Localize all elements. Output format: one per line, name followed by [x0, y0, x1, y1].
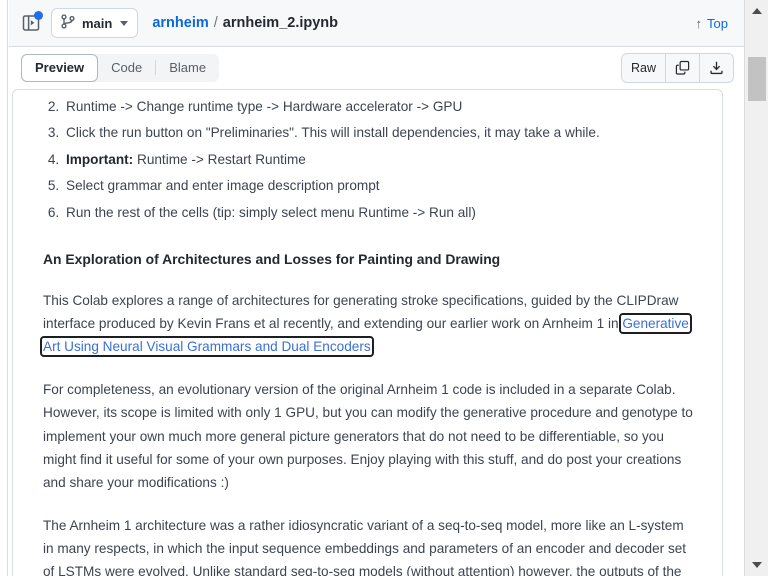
copy-icon[interactable] [666, 53, 700, 82]
notebook-status-badge [34, 11, 43, 20]
download-icon[interactable] [700, 53, 733, 82]
file-actions-group: Raw [620, 52, 734, 83]
triangle-down-icon [751, 562, 762, 568]
tab-blame[interactable]: Blame [156, 54, 219, 82]
scroll-to-top-label: Top [707, 15, 728, 31]
breadcrumb-separator: / [213, 15, 218, 31]
list-item: Select grammar and enter image descripti… [63, 174, 696, 197]
branch-selector-button[interactable]: main [51, 8, 139, 38]
breadcrumb: arnheim / arnheim_2.ipynb [152, 15, 338, 31]
scroll-down-arrow[interactable] [745, 556, 768, 574]
paragraph-completeness: For completeness, an evolutionary versio… [43, 381, 693, 491]
vertical-scrollbar[interactable] [744, 0, 768, 576]
tab-preview[interactable]: Preview [21, 53, 99, 82]
paragraph-intro: This Colab explores a range of architect… [40, 289, 696, 359]
left-gutter [0, 0, 8, 576]
list-item: Important: Runtime -> Restart Runtime [63, 148, 696, 171]
notebook-markdown-body: Runtime -> Change runtime type -> Hardwa… [13, 90, 722, 576]
scroll-up-arrow[interactable] [745, 2, 768, 20]
chevron-down-icon [120, 20, 129, 26]
breadcrumb-filename: arnheim_2.ipynb [222, 15, 339, 31]
file-toolbar: Preview Code Blame Raw [9, 47, 744, 88]
step-important-label: Important: [66, 151, 134, 167]
section-heading: An Exploration of Architectures and Loss… [43, 250, 501, 267]
list-item: Click the run button on "Preliminaries".… [63, 121, 696, 144]
list-item: Run the rest of the cells (tip: simply s… [63, 201, 696, 224]
git-branch-icon [61, 14, 75, 32]
paragraph-intro-text: This Colab explores a range of architect… [43, 292, 679, 332]
triangle-up-icon [751, 8, 762, 14]
branch-name-label: main [82, 15, 113, 31]
view-mode-tabs: Preview Code Blame [21, 53, 220, 82]
notebook-viewer-page: main arnheim / arnheim_2.ipynb ↑ Top Pre… [0, 0, 768, 576]
list-item: Runtime -> Change runtime type -> Hardwa… [63, 95, 696, 118]
paragraph-architecture: The Arnheim 1 architecture was a rather … [43, 517, 687, 576]
arrow-up-icon: ↑ [695, 15, 703, 31]
tab-code[interactable]: Code [98, 54, 155, 82]
step-important-text: Runtime -> Restart Runtime [133, 151, 306, 167]
raw-button[interactable]: Raw [621, 53, 666, 82]
breadcrumb-repo-link[interactable]: arnheim [152, 15, 208, 31]
notebook-content-panel: Runtime -> Change runtime type -> Hardwa… [12, 89, 723, 576]
file-header: main arnheim / arnheim_2.ipynb ↑ Top [9, 0, 744, 47]
setup-steps-list: Runtime -> Change runtime type -> Hardwa… [43, 95, 696, 224]
scroll-thumb[interactable] [748, 57, 766, 101]
notebook-file-icon [21, 11, 43, 33]
scroll-to-top-link[interactable]: ↑ Top [696, 16, 734, 31]
